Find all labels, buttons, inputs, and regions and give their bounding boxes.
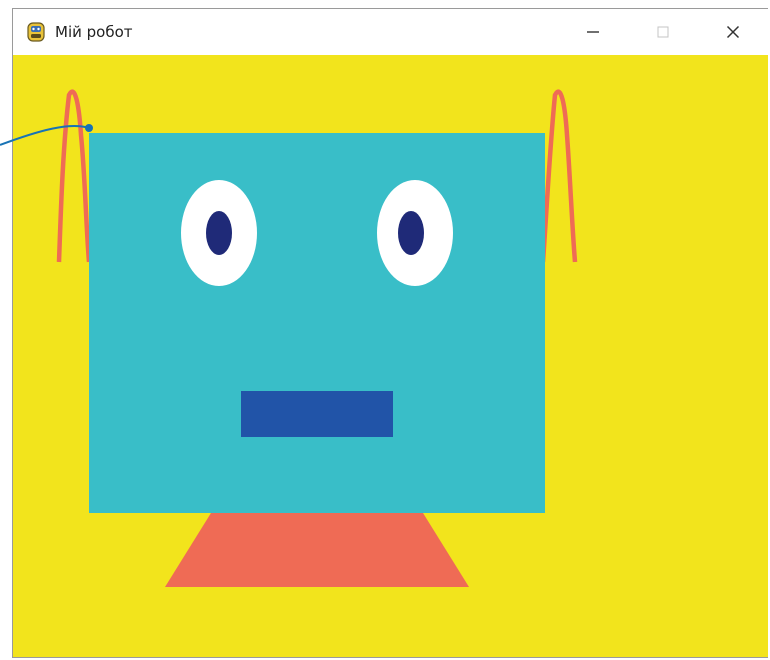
robot-mouth bbox=[241, 391, 393, 437]
close-icon bbox=[726, 25, 740, 39]
drawing-canvas bbox=[13, 55, 768, 657]
robot-neck bbox=[165, 513, 469, 587]
robot-drawing bbox=[56, 89, 578, 587]
title-bar[interactable]: Мій робот bbox=[13, 9, 768, 55]
right-antenna bbox=[540, 89, 578, 263]
left-pupil bbox=[206, 211, 232, 255]
app-window: Мій робот bbox=[12, 8, 768, 658]
python-icon bbox=[25, 21, 47, 43]
close-button[interactable] bbox=[698, 9, 768, 55]
left-antenna bbox=[56, 89, 92, 263]
maximize-button[interactable] bbox=[628, 9, 698, 55]
right-pupil bbox=[398, 211, 424, 255]
window-title: Мій робот bbox=[55, 23, 133, 41]
minimize-icon bbox=[587, 31, 599, 33]
window-controls bbox=[558, 9, 768, 55]
robot-face bbox=[89, 133, 545, 513]
minimize-button[interactable] bbox=[558, 9, 628, 55]
maximize-icon bbox=[657, 26, 669, 38]
